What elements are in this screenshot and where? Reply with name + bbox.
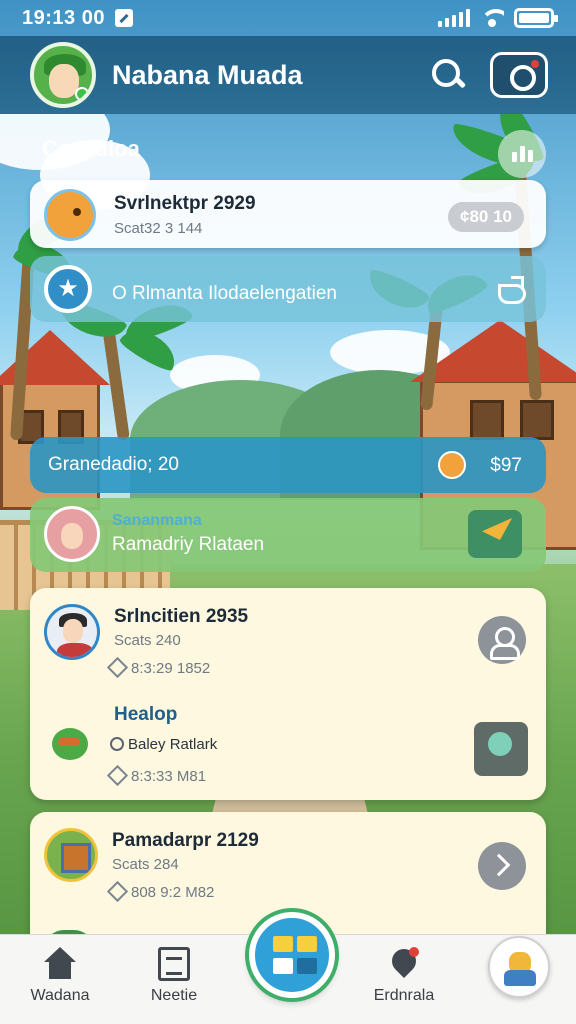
list-item-subtitle: Scats 240 bbox=[114, 632, 181, 649]
section-title: Casualoa bbox=[42, 136, 140, 161]
avatar bbox=[44, 604, 100, 660]
share-icon[interactable] bbox=[496, 276, 526, 304]
nav-item-label: Wadana bbox=[30, 987, 90, 1004]
list-item-title: Srlncitien 2935 bbox=[114, 606, 249, 627]
nav-item-label: Neetie bbox=[150, 987, 198, 1004]
card-subtitle: Scat32 3 144 bbox=[114, 220, 203, 237]
list-item-meta: 808 9:2 M82 bbox=[106, 880, 214, 903]
clock-icon bbox=[106, 880, 129, 903]
settings-icon bbox=[110, 737, 124, 751]
photo-icon bbox=[44, 828, 98, 882]
progress-card[interactable]: Granedadio; 20 $97 bbox=[30, 437, 546, 493]
nav-item-map[interactable]: Erdnrala bbox=[344, 947, 464, 1005]
map-icon[interactable] bbox=[474, 722, 528, 776]
signal-icon bbox=[438, 9, 470, 27]
featured-card[interactable]: Svrlnektpr 2929 Scat32 3 144 ¢80 10 bbox=[30, 180, 546, 248]
status-time: 19:13 00 bbox=[22, 6, 105, 29]
location-pin-icon bbox=[389, 947, 419, 981]
nav-item-news[interactable]: Neetie bbox=[114, 947, 234, 1005]
avatar bbox=[44, 506, 100, 562]
card-title: Ramadriy Rlataen bbox=[112, 534, 265, 555]
chevron-right-icon[interactable] bbox=[478, 842, 526, 890]
app-header: Nabana Muada bbox=[0, 36, 576, 114]
profile-card[interactable]: Sananmana Ramadriy Rlataen bbox=[30, 498, 546, 572]
search-icon[interactable] bbox=[428, 55, 468, 95]
list-item-title: Healop bbox=[114, 704, 178, 725]
card-title: O Rlmanta Ilodaelengatien bbox=[112, 283, 337, 304]
card-label: Sananmana bbox=[112, 512, 202, 529]
list-item-meta: 8:3:29 1852 bbox=[106, 656, 210, 679]
battery-icon bbox=[514, 8, 558, 28]
home-icon bbox=[43, 947, 77, 981]
clock-icon bbox=[106, 656, 129, 679]
edit-icon bbox=[114, 9, 133, 27]
avatar[interactable] bbox=[30, 42, 96, 108]
wifi-icon bbox=[480, 9, 504, 27]
profile-button[interactable] bbox=[488, 936, 550, 998]
nav-item-label: Erdnrala bbox=[373, 987, 435, 1004]
user-icon[interactable] bbox=[478, 616, 526, 664]
list-item-meta: 8:3:33 M81 bbox=[106, 764, 206, 787]
card-title: Granedadio; 20 bbox=[48, 454, 179, 475]
points-badge: ¢80 10 bbox=[448, 202, 524, 232]
nav-item-home[interactable]: Wadana bbox=[0, 947, 120, 1005]
announcement-card[interactable]: O Rlmanta Ilodaelengatien bbox=[30, 256, 546, 322]
stats-icon[interactable] bbox=[498, 130, 546, 178]
list-item-subtitle: Baley Ratlark bbox=[110, 736, 217, 753]
activity-list-card: Srlncitien 2935 Scats 240 8:3:29 1852 He… bbox=[30, 588, 546, 800]
list-item-subtitle: Scats 284 bbox=[112, 856, 179, 873]
camera-icon[interactable] bbox=[490, 52, 548, 98]
star-icon bbox=[44, 265, 92, 313]
online-indicator bbox=[75, 87, 89, 101]
card-value: $97 bbox=[490, 455, 522, 476]
news-icon bbox=[158, 947, 190, 981]
list-item-title: Pamadarpr 2129 bbox=[112, 830, 259, 851]
clock-icon bbox=[106, 764, 129, 787]
main-action-button[interactable] bbox=[249, 912, 335, 998]
coin-icon bbox=[438, 451, 466, 479]
turtle-icon bbox=[48, 722, 94, 768]
status-bar: 19:13 00 bbox=[0, 0, 576, 36]
card-title: Svrlnektpr 2929 bbox=[114, 193, 256, 214]
fish-icon bbox=[44, 189, 96, 241]
app-title: Nabana Muada bbox=[112, 59, 303, 90]
thumbnail-icon[interactable] bbox=[468, 510, 522, 558]
